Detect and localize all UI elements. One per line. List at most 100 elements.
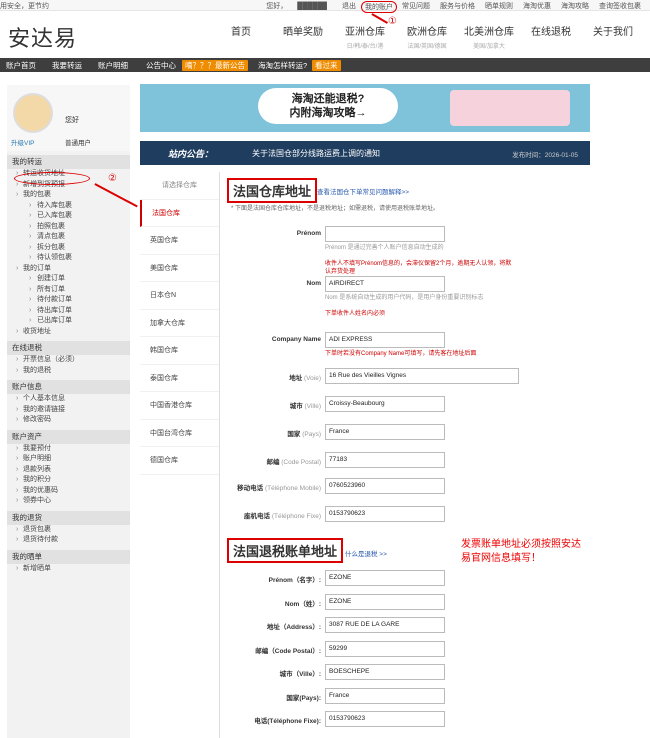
field-input[interactable]: France <box>325 424 445 440</box>
nav-about[interactable]: 关于我们 <box>582 23 644 50</box>
notice-tag[interactable]: 嘀？？？最新公告 <box>182 60 248 71</box>
tab-6[interactable]: 韩国仓库 <box>140 337 219 365</box>
field-label-text: 座机电话 <box>244 513 271 520</box>
tab-5[interactable]: 加拿大仓库 <box>140 310 219 337</box>
field-label: 城市 (Ville) <box>221 400 321 410</box>
nav-asia[interactable]: 亚洲仓库 日/韩/泰/台/港 <box>334 23 396 50</box>
header: 安达易 首页 晒单奖励 亚洲仓库 日/韩/泰/台/港 欧洲仓库 法国/英国/德国 北… <box>0 11 650 57</box>
sidebar-item[interactable]: 修改密码 <box>7 415 130 426</box>
sidebar-item[interactable]: 所有订单 <box>7 285 130 296</box>
sidebar-item[interactable]: 已出库订单 <box>7 316 130 327</box>
tax-field-input[interactable]: EZONE <box>325 593 445 610</box>
look-tag[interactable]: 看过来 <box>312 60 341 71</box>
tax-field-input[interactable]: BOESCHEPE <box>325 664 445 680</box>
field-label-text: 城市 <box>289 403 303 410</box>
user-level: 普通用户 <box>65 140 91 147</box>
main-nav: 首页 晒单奖励 亚洲仓库 日/韩/泰/台/港 欧洲仓库 法国/英国/德国 北美洲仓库… <box>210 23 644 50</box>
field-input[interactable]: 16 Rue des Vieilles Vignes <box>325 368 519 384</box>
sidebar-item[interactable]: 待付款订单 <box>7 295 130 306</box>
sidebar-item[interactable]: 账户明细 <box>7 454 130 465</box>
sidebar-item[interactable]: 我的优惠码 <box>7 486 130 497</box>
tab-3[interactable]: 美国仓库 <box>140 255 219 282</box>
sidebar-item[interactable]: 我的订单 <box>7 264 130 275</box>
field-input[interactable]: 0153790623 <box>325 506 445 522</box>
sidebar-item[interactable]: 创建订单 <box>7 274 130 285</box>
tab-0: 请选择仓库 <box>140 172 219 200</box>
cosmetics-image <box>450 90 570 126</box>
nav-tax-refund[interactable]: 在线退税 <box>520 23 582 50</box>
sidebar-item[interactable]: 待入库包裹 <box>7 201 130 212</box>
sidebar-item[interactable]: 领券中心 <box>7 496 130 507</box>
field-input[interactable]: Croissy-Beaubourg <box>325 396 445 412</box>
sidebar-section-title: 我的退货 <box>7 510 130 525</box>
field-label-text: 邮编 <box>266 459 280 466</box>
field-label-text: Company Name <box>271 336 321 343</box>
tab-4[interactable]: 日本仓N <box>140 282 219 310</box>
field-hint: Nom 是系统自动生成的用户代码，是用户身份重要识别标志 <box>325 295 484 301</box>
subnav-ship[interactable]: 我要转运 <box>52 60 82 71</box>
nav-home[interactable]: 首页 <box>210 23 272 50</box>
sidebar-item[interactable]: 收货地址 <box>7 327 130 338</box>
upgrade-vip-link[interactable]: 升级VIP <box>11 137 34 147</box>
sidebar-item[interactable]: 我要预付 <box>7 444 130 455</box>
tax-field-label: 地址（Address）: <box>266 624 321 631</box>
field-label: 移动电话 (Téléphone Mobile) <box>221 482 321 492</box>
sidebar-item[interactable]: 开票信息（必须） <box>7 355 130 366</box>
tax-field-input[interactable]: 3087 RUE DE LA GARE <box>325 617 445 633</box>
field-input[interactable]: 77183 <box>325 452 445 468</box>
tab-8[interactable]: 中国香港仓库 <box>140 392 219 420</box>
tax-field-label: 城市（Ville）: <box>279 671 321 678</box>
tab-2[interactable]: 英国仓库 <box>140 227 219 255</box>
sidebar-section-title: 在线退税 <box>7 341 130 355</box>
avatar[interactable] <box>13 93 53 133</box>
subnav-how[interactable]: 海淘怎样转运? <box>258 60 307 71</box>
sidebar-item[interactable]: 拍照包裹 <box>7 222 130 233</box>
sidebar-section-title: 我的转运 <box>7 155 130 169</box>
tax-field-label: 国家(Pays): <box>286 694 321 702</box>
subnav-account-home[interactable]: 账户首页 <box>6 60 36 71</box>
field-input[interactable]: 0760523960 <box>325 478 445 494</box>
sidebar-item[interactable]: 我的积分 <box>7 475 130 486</box>
tab-1[interactable]: 法国仓库 <box>140 199 219 227</box>
notice-message[interactable]: 关于法国仓部分线路运费上调的通知 <box>252 148 380 159</box>
sidebar-item[interactable]: 待出库订单 <box>7 306 130 317</box>
nav-north-america[interactable]: 北美洲仓库 美国/加拿大 <box>458 23 520 50</box>
subnav-notices[interactable]: 公告中心 <box>146 60 176 71</box>
tax-field-input[interactable]: EZONE <box>325 570 445 586</box>
tab-9[interactable]: 中国台湾仓库 <box>140 420 219 447</box>
tax-field-input[interactable]: France <box>325 687 445 704</box>
notice-bar: 站内公告： 关于法国仓部分线路运费上调的通知 发布时间：2026-01-05 <box>140 141 590 165</box>
site-logo[interactable]: 安达易 <box>8 21 77 53</box>
field-label-sub: (Voie) <box>304 375 321 382</box>
nav-europe[interactable]: 欧洲仓库 法国/英国/德国 <box>396 23 458 50</box>
nav-share[interactable]: 晒单奖励 <box>272 23 334 50</box>
sidebar-item[interactable]: 我的退税 <box>7 366 130 377</box>
tab-7[interactable]: 泰国仓库 <box>140 365 219 392</box>
field-label-text: 国家 <box>287 431 301 438</box>
tax-help-link[interactable]: 什么是退税 >> <box>345 548 387 558</box>
sidebar-item[interactable]: 待认领包裹 <box>7 253 130 264</box>
field-label: 邮编 (Code Postal) <box>221 456 321 466</box>
field-label-sub: (Téléphone Mobile) <box>264 485 321 492</box>
subnav-details[interactable]: 账户明细 <box>98 60 128 71</box>
sidebar-item[interactable]: 新增晒单 <box>7 564 130 575</box>
tax-field-label: Nom（姓）: <box>284 600 321 608</box>
field-input[interactable]: ADI EXPRESS <box>325 332 445 348</box>
sidebar-item[interactable]: 已入库包裹 <box>7 211 130 222</box>
field-input[interactable]: AIRDIRECT <box>325 276 445 292</box>
warehouse-help-link[interactable]: 查看法国仓下单常见问题解释>> <box>317 186 409 196</box>
tax-field-input[interactable]: 59299 <box>325 640 445 657</box>
tax-field-input[interactable]: 0153790623 <box>325 711 445 727</box>
sidebar-item[interactable]: 我的邀请链接 <box>7 405 130 416</box>
banner-text: 海淘还能退税? 内附海淘攻略→ <box>258 88 398 124</box>
tab-10[interactable]: 德国仓库 <box>140 447 219 475</box>
sidebar-item[interactable]: 退货待付款 <box>7 535 130 546</box>
sidebar-item[interactable]: 个人基本信息 <box>7 394 130 405</box>
sidebar-item[interactable]: 拆分包裹 <box>7 243 130 254</box>
highlight-circle-two <box>14 172 90 185</box>
sidebar-item[interactable]: 退款列表 <box>7 465 130 476</box>
sidebar-item[interactable]: 清点包裹 <box>7 232 130 243</box>
field-input[interactable] <box>325 226 445 242</box>
sidebar-item[interactable]: 退货包裹 <box>7 525 130 536</box>
promo-banner[interactable]: 海淘还能退税? 内附海淘攻略→ <box>140 84 590 132</box>
